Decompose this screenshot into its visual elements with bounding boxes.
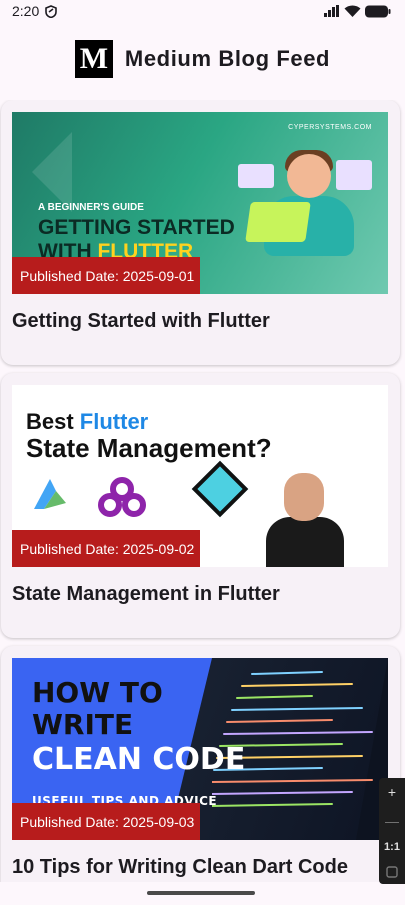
fit-screen-icon[interactable] xyxy=(386,866,398,878)
status-left: 2:20 xyxy=(12,3,58,19)
thumbnail-headline-3: CLEAN CODE xyxy=(32,742,246,777)
thumbnail-headline-2: State Management? xyxy=(26,433,272,463)
post-card-getting-started[interactable]: CYPERSYSTEMS.COM A BEGINNER'S GUIDE GETT… xyxy=(1,100,400,365)
wifi-icon xyxy=(344,5,361,17)
bloc-logo-icon xyxy=(34,479,66,509)
post-card-clean-dart[interactable]: HOW TO WRITE CLEAN CODE USEFUL TIPS AND … xyxy=(1,646,400,882)
thumbnail-brand: CYPERSYSTEMS.COM xyxy=(288,124,372,131)
thumbnail-kicker: A BEGINNER'S GUIDE xyxy=(38,202,144,213)
cube-logo-icon xyxy=(191,460,249,518)
page-title: Medium Blog Feed xyxy=(124,46,331,71)
thumbnail-headline-1: GETTING STARTED xyxy=(38,216,235,239)
presenter-shirt xyxy=(266,517,344,567)
code-window-illustration xyxy=(238,164,274,188)
status-bar: 2:20 xyxy=(0,0,405,22)
post-card-state-management[interactable]: Best Flutter State Management? Published… xyxy=(1,373,400,638)
signal-icon xyxy=(324,5,339,17)
chevron-decoration xyxy=(32,132,72,212)
shield-icon xyxy=(45,4,58,18)
person-head-illustration xyxy=(287,154,331,198)
gesture-nav-handle[interactable] xyxy=(147,891,255,895)
post-title[interactable]: Getting Started with Flutter xyxy=(12,310,270,333)
redux-logo-icon-b xyxy=(98,493,122,517)
zoom-out-button[interactable]: — xyxy=(385,813,399,829)
presenter-face xyxy=(284,473,324,521)
medium-logo: M xyxy=(74,40,113,78)
zoom-reset-button[interactable]: 1:1 xyxy=(384,841,400,853)
published-date-badge: Published Date: 2025-09-01 xyxy=(12,257,200,294)
thumbnail-headline-1: HOW TO xyxy=(32,676,163,709)
status-time: 2:20 xyxy=(12,3,40,19)
logo-letter: M xyxy=(79,42,109,75)
thumbnail-headline-2: WRITE xyxy=(32,708,134,741)
zoom-in-button[interactable]: + xyxy=(388,784,396,800)
thumbnail-headline-1: Best Flutter xyxy=(26,409,148,435)
blog-feed[interactable]: CYPERSYSTEMS.COM A BEGINNER'S GUIDE GETT… xyxy=(0,100,405,882)
post-title[interactable]: State Management in Flutter xyxy=(12,583,280,606)
thumbnail-headline-1a: Best xyxy=(26,409,80,434)
battery-icon xyxy=(365,5,391,17)
chart-window-illustration xyxy=(336,160,372,190)
post-title[interactable]: 10 Tips for Writing Clean Dart Code xyxy=(12,856,348,879)
thumbnail-headline-1b: Flutter xyxy=(79,409,149,434)
status-right xyxy=(324,5,391,18)
redux-logo-icon-c xyxy=(122,493,146,517)
published-date-badge: Published Date: 2025-09-03 xyxy=(12,803,200,840)
presenter-illustration xyxy=(266,469,344,567)
published-date-badge: Published Date: 2025-09-02 xyxy=(12,530,200,567)
app-bar: M Medium Blog Feed xyxy=(0,36,405,82)
laptop-illustration xyxy=(245,202,311,242)
zoom-control-panel: + — 1:1 xyxy=(379,778,405,884)
